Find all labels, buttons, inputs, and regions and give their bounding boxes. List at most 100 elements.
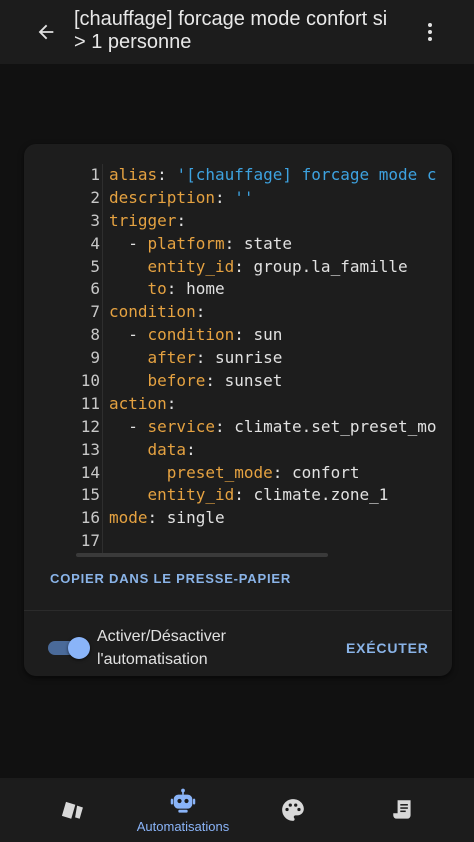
line-number: 4 xyxy=(90,233,100,253)
nav-item-automations[interactable]: Automatisations xyxy=(128,778,238,842)
code-line: - service: climate.set_preset_mode xyxy=(109,416,436,439)
yaml-value xyxy=(109,371,148,390)
yaml-key: data xyxy=(147,439,187,459)
yaml-value: : xyxy=(272,462,293,482)
overflow-menu-button[interactable] xyxy=(414,16,446,48)
yaml-key: entity_id xyxy=(147,485,235,505)
yaml-value xyxy=(109,257,148,276)
yaml-value xyxy=(109,463,167,482)
nav-item-scripts[interactable] xyxy=(348,778,458,842)
yaml-value: : xyxy=(234,485,254,505)
yaml-value: sunset xyxy=(224,371,283,391)
toggle-knob xyxy=(68,637,90,659)
run-button[interactable]: EXÉCUTER xyxy=(346,638,429,658)
yaml-value: group.la_famille xyxy=(253,256,408,276)
code-line: action: xyxy=(109,393,436,416)
line-number: 13 xyxy=(80,439,100,459)
top-app-bar: [chauffage] forcage mode confort si > 1 … xyxy=(0,0,474,64)
yaml-key: alias xyxy=(109,165,158,184)
yaml-value: : xyxy=(234,256,254,276)
yaml-value: : xyxy=(205,371,225,391)
yaml-value: : xyxy=(166,393,177,413)
yaml-key: action xyxy=(109,393,167,413)
line-number-gutter: 1 2 3 4 5 6 7 8 9 10 11 12 13 14 15 16 17 xyxy=(52,164,100,553)
yaml-key: before xyxy=(147,371,206,391)
line-number: 10 xyxy=(80,371,100,391)
line-number: 11 xyxy=(80,393,100,413)
line-number: 6 xyxy=(90,279,100,299)
line-number: 3 xyxy=(90,210,100,230)
arrow-left-icon xyxy=(38,24,54,40)
yaml-key: mode xyxy=(109,508,148,528)
nav-item-themes[interactable] xyxy=(238,778,348,842)
yaml-value: climate.zone_1 xyxy=(253,485,389,505)
line-number: 2 xyxy=(90,187,100,207)
yaml-key: service xyxy=(147,416,215,436)
yaml-value: : xyxy=(166,279,187,299)
dots-vertical-icon xyxy=(428,23,432,41)
code-line: before: sunset xyxy=(109,370,436,393)
palette-icon xyxy=(282,799,304,821)
yaml-value: : xyxy=(195,302,206,322)
line-number: 5 xyxy=(90,256,100,276)
yaml-value: sun xyxy=(253,325,283,345)
enable-automation-toggle[interactable] xyxy=(46,637,90,659)
line-number: 14 xyxy=(80,462,100,482)
code-line: after: sunrise xyxy=(109,347,436,370)
line-number: 7 xyxy=(90,302,100,322)
code-line: condition: xyxy=(109,301,436,324)
yaml-value: climate.set_preset_mode xyxy=(234,416,436,436)
yaml-value: : xyxy=(234,325,254,345)
code-line: data: xyxy=(109,439,436,462)
yaml-key: platform xyxy=(147,233,225,253)
line-number: 12 xyxy=(80,416,100,436)
line-number: 17 xyxy=(80,531,100,551)
code-line: - platform: state xyxy=(109,233,436,256)
line-number: 1 xyxy=(90,165,100,184)
yaml-key: condition xyxy=(109,302,196,322)
yaml-key: entity_id xyxy=(147,256,235,276)
yaml-value: home xyxy=(186,279,225,299)
yaml-value: - xyxy=(109,233,148,253)
yaml-value: : xyxy=(157,165,177,184)
copy-to-clipboard-button[interactable]: COPIER DANS LE PRESSE-PAPIER xyxy=(50,568,291,590)
script-icon xyxy=(393,800,411,819)
yaml-value: - xyxy=(109,325,148,345)
horizontal-scrollbar[interactable] xyxy=(76,553,328,557)
yaml-value xyxy=(109,279,148,298)
yaml-value: state xyxy=(243,233,293,253)
nav-item-cards[interactable] xyxy=(18,778,128,842)
code-line: alias: '[chauffage] forcage mode confort… xyxy=(109,164,436,187)
nav-label-automations: Automatisations xyxy=(136,818,230,834)
cards-icon xyxy=(61,801,83,819)
yaml-value: : xyxy=(147,508,167,528)
page-title: [chauffage] forcage mode confort si > 1 … xyxy=(74,8,388,53)
yaml-value: sunrise xyxy=(214,348,283,368)
yaml-string: '[chauffage] forcage mode confort si > 1… xyxy=(176,165,436,184)
code-line: ​ xyxy=(109,530,436,553)
line-number: 9 xyxy=(90,348,100,368)
code-content[interactable]: alias: '[chauffage] forcage mode confort… xyxy=(109,164,436,553)
yaml-key: to xyxy=(147,279,167,299)
yaml-value xyxy=(109,485,148,504)
yaml-value: single xyxy=(166,508,225,528)
app-root: [chauffage] forcage mode confort si > 1 … xyxy=(0,0,474,842)
back-button[interactable] xyxy=(28,14,64,50)
code-line: entity_id: climate.zone_1 xyxy=(109,484,436,507)
toggle-label: Activer/Désactiver l'automatisation xyxy=(97,628,226,668)
yaml-key: preset_mode xyxy=(166,462,273,482)
yaml-value: : xyxy=(224,233,244,253)
yaml-value: : xyxy=(186,439,196,459)
bottom-navigation: Automatisations xyxy=(0,778,474,842)
code-line: mode: single xyxy=(109,507,436,530)
yaml-editor[interactable]: 1 2 3 4 5 6 7 8 9 10 11 12 13 14 15 16 17 alias: '[chauf… xyxy=(52,164,436,556)
yaml-value: : xyxy=(176,210,187,230)
yaml-value: : xyxy=(195,348,215,368)
yaml-value: : xyxy=(214,416,235,436)
line-number: 15 xyxy=(80,485,100,505)
automation-card: 1 2 3 4 5 6 7 8 9 10 11 12 13 14 15 16 17 alias: '[chauf… xyxy=(24,144,452,676)
code-line: to: home xyxy=(109,278,436,301)
robot-icon xyxy=(170,788,196,813)
card-divider xyxy=(24,610,452,611)
yaml-string: '' xyxy=(234,187,254,207)
